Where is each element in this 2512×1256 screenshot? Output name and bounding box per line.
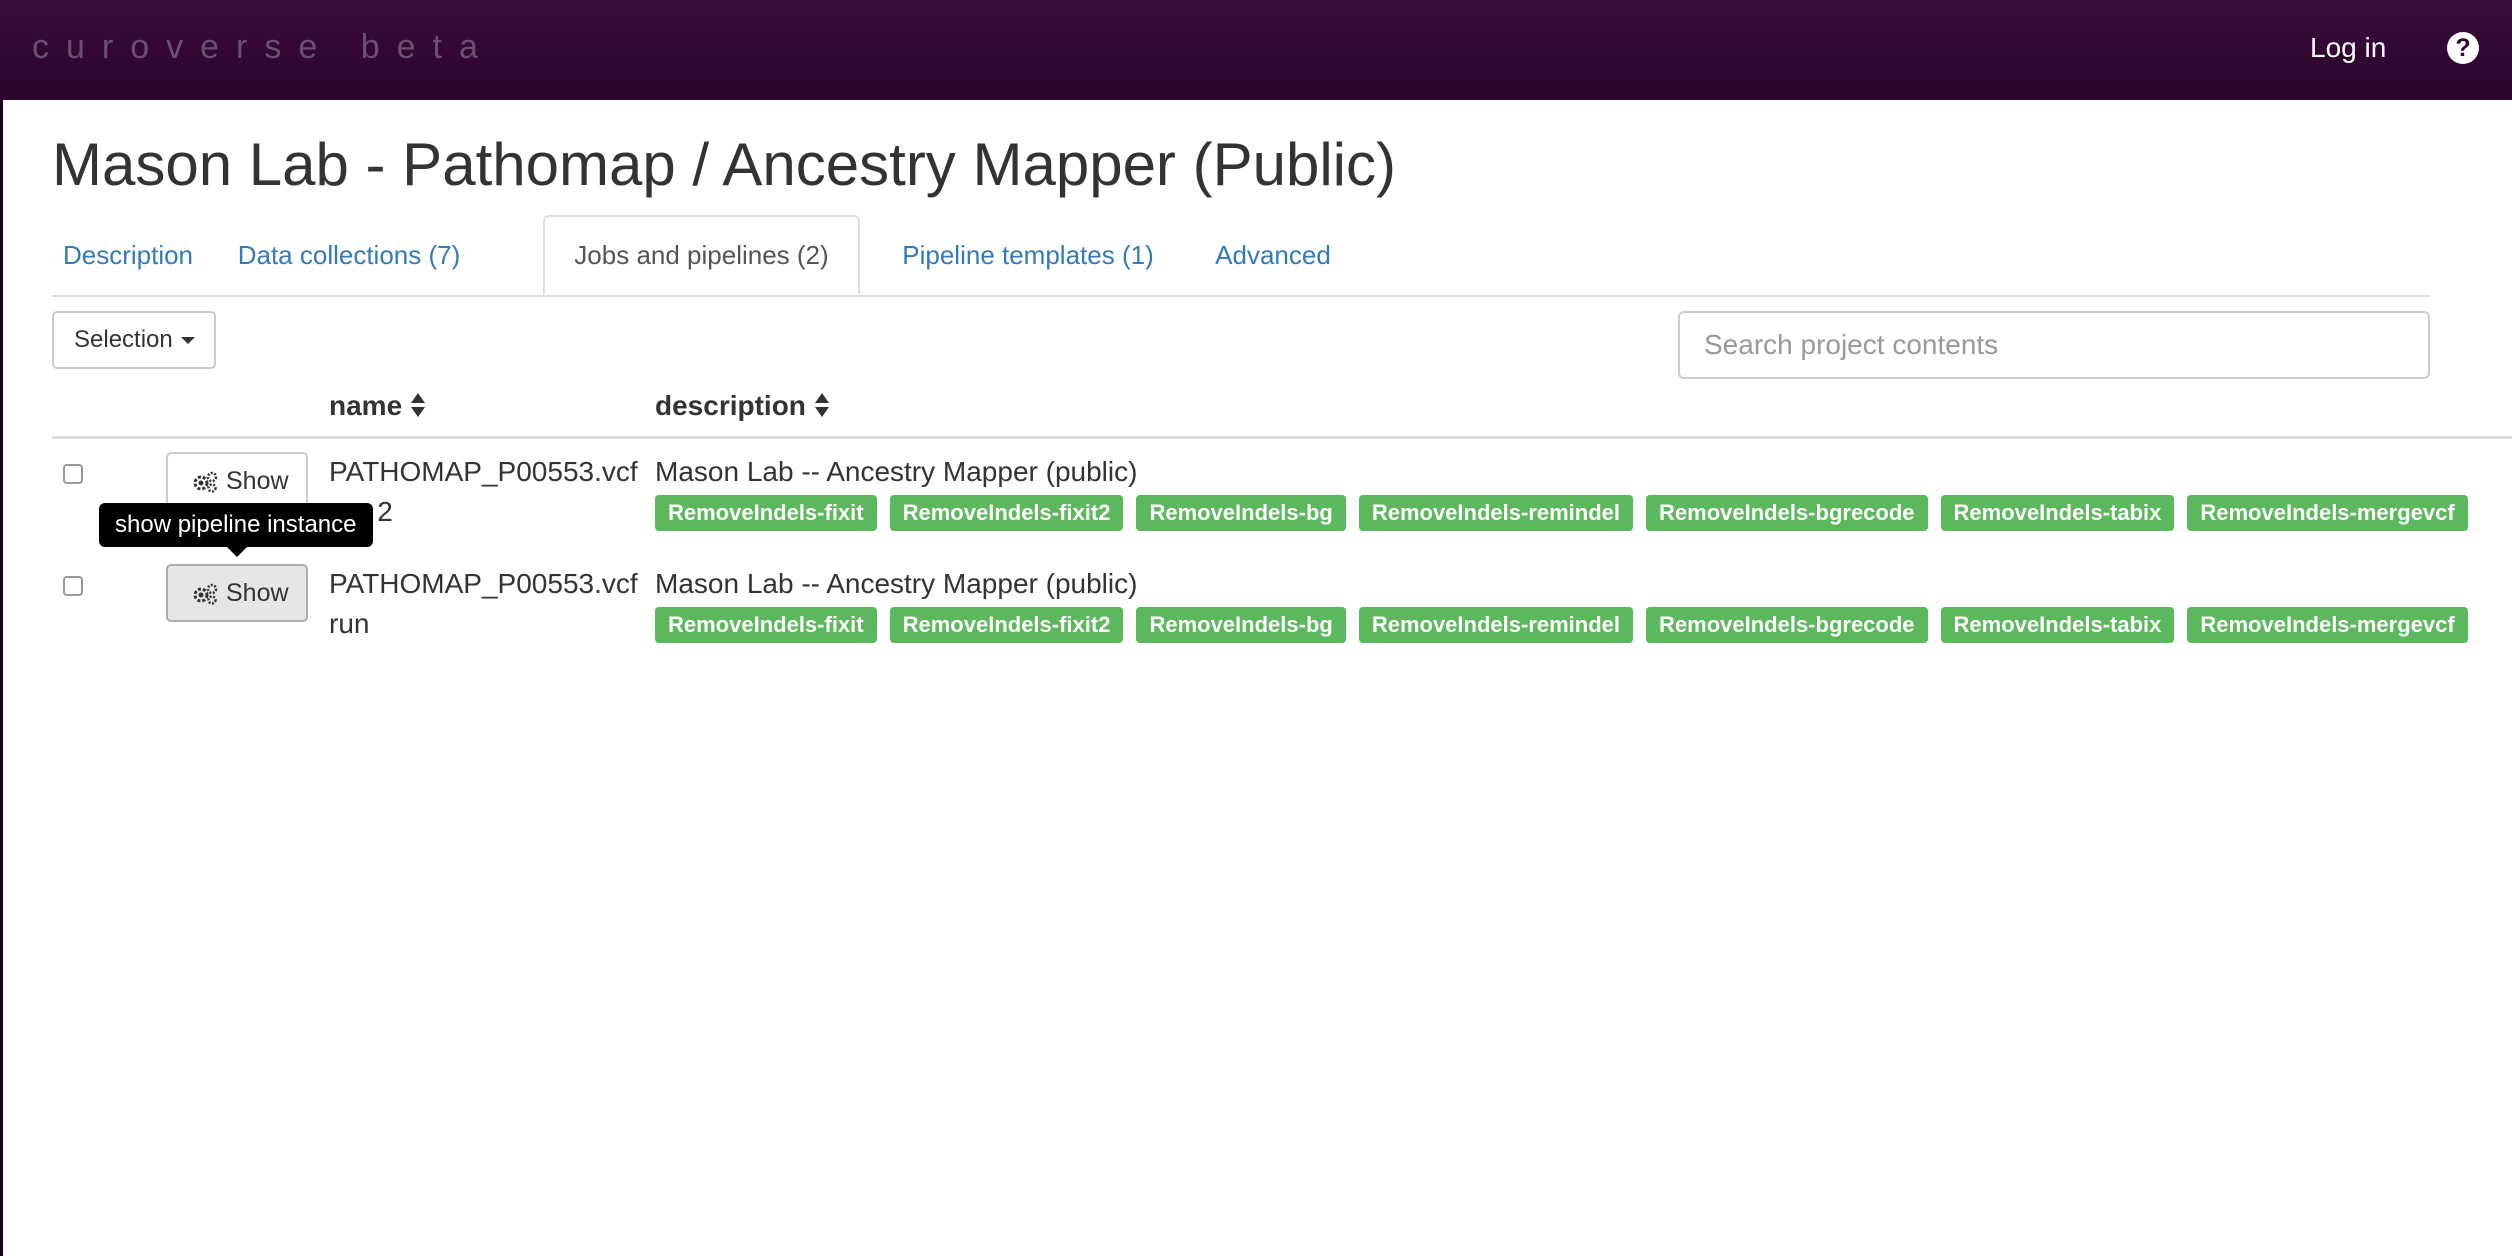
component-tags: RemoveIndels-fixit RemoveIndels-fixit2 Rem… bbox=[655, 607, 2481, 643]
caret-down-icon bbox=[180, 337, 195, 345]
gears-icon bbox=[193, 471, 218, 493]
page-title: Mason Lab - Pathomap / Ancestry Mapper (… bbox=[52, 131, 1396, 198]
component-tag: RemoveIndels-tabix bbox=[1940, 495, 2175, 531]
top-navbar: curoverse beta Log in ? bbox=[0, 0, 2512, 100]
tab-description[interactable]: Description bbox=[52, 215, 204, 295]
question-circle-icon[interactable]: ? bbox=[2447, 32, 2479, 64]
component-tag: RemoveIndels-fixit bbox=[655, 607, 877, 643]
name-line: PATHOMAP_P00553.vcf bbox=[329, 456, 638, 487]
column-header-description[interactable]: description bbox=[655, 390, 830, 422]
row-checkbox[interactable] bbox=[63, 576, 83, 596]
sort-icon bbox=[411, 393, 426, 417]
pipeline-name-link[interactable]: PATHOMAP_P00553.vcf run bbox=[329, 564, 651, 644]
show-label: Show bbox=[226, 579, 289, 607]
component-tag: RemoveIndels-mergevcf bbox=[2187, 495, 2468, 531]
row-checkbox[interactable] bbox=[63, 464, 83, 484]
tab-bar: Description Data collections (7) Jobs an… bbox=[52, 215, 2430, 297]
component-tag: RemoveIndels-mergevcf bbox=[2187, 607, 2468, 643]
sort-icon bbox=[814, 393, 829, 417]
table-header-divider bbox=[52, 436, 2512, 439]
show-button[interactable]: Show bbox=[166, 452, 308, 510]
component-tag: RemoveIndels-bg bbox=[1136, 495, 1346, 531]
name-line: run bbox=[329, 608, 370, 639]
login-link[interactable]: Log in bbox=[2310, 32, 2386, 64]
pipeline-description: Mason Lab -- Ancestry Mapper (public) bbox=[655, 456, 1138, 487]
component-tag: RemoveIndels-tabix bbox=[1940, 607, 2175, 643]
component-tag: RemoveIndels-bgrecode bbox=[1646, 607, 1928, 643]
component-tag: RemoveIndels-remindel bbox=[1358, 607, 1634, 643]
component-tag: RemoveIndels-fixit2 bbox=[889, 607, 1124, 643]
column-header-label: name bbox=[329, 390, 403, 421]
tab-data-collections[interactable]: Data collections (7) bbox=[220, 215, 478, 295]
column-header-name[interactable]: name bbox=[329, 390, 426, 422]
tooltip: show pipeline instance bbox=[99, 503, 373, 547]
show-label: Show bbox=[226, 467, 289, 495]
component-tags: RemoveIndels-fixit RemoveIndels-fixit2 Rem… bbox=[655, 495, 2481, 531]
component-tag: RemoveIndels-remindel bbox=[1358, 495, 1634, 531]
component-tag: RemoveIndels-fixit bbox=[655, 495, 877, 531]
name-line: PATHOMAP_P00553.vcf bbox=[329, 568, 638, 599]
selection-label: Selection bbox=[74, 326, 173, 353]
show-button[interactable]: Show bbox=[166, 564, 308, 622]
tab-jobs-and-pipelines[interactable]: Jobs and pipelines (2) bbox=[543, 215, 860, 295]
component-tag: RemoveIndels-bgrecode bbox=[1646, 495, 1928, 531]
tooltip-arrow bbox=[227, 547, 247, 557]
search-input[interactable] bbox=[1678, 311, 2430, 379]
name-line: run 2 bbox=[329, 496, 393, 527]
selection-dropdown-button[interactable]: Selection bbox=[52, 311, 216, 369]
column-header-label: description bbox=[655, 390, 806, 421]
pipeline-name-link[interactable]: PATHOMAP_P00553.vcf run 2 bbox=[329, 452, 651, 532]
component-tag: RemoveIndels-fixit2 bbox=[889, 495, 1124, 531]
window-edge bbox=[0, 100, 3, 1256]
tab-pipeline-templates[interactable]: Pipeline templates (1) bbox=[878, 215, 1178, 295]
brand-logo[interactable]: curoverse beta bbox=[32, 28, 495, 67]
pipeline-description: Mason Lab -- Ancestry Mapper (public) bbox=[655, 568, 1138, 599]
component-tag: RemoveIndels-bg bbox=[1136, 607, 1346, 643]
tab-advanced[interactable]: Advanced bbox=[1193, 215, 1353, 295]
gears-icon bbox=[193, 583, 218, 605]
